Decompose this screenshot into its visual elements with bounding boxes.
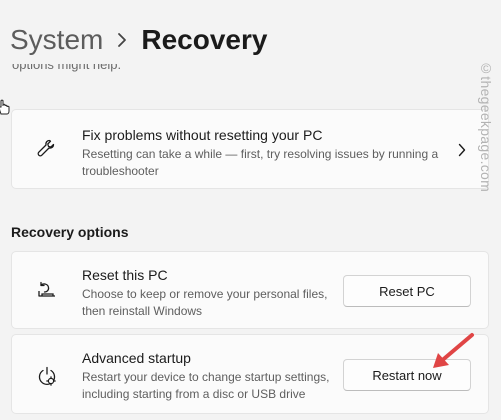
recovery-settings-page: System Recovery options might help. Fix …: [0, 0, 501, 420]
advanced-startup-title: Advanced startup: [82, 350, 191, 366]
fix-problems-description: Resetting can take a while — first, try …: [82, 147, 439, 178]
watermark: ©thegeekpage.com: [478, 60, 494, 193]
wrench-icon: [36, 138, 56, 163]
reset-pc-description: Choose to keep or remove your personal f…: [82, 287, 328, 318]
breadcrumb-system[interactable]: System: [10, 22, 103, 58]
advanced-startup-icon: [36, 366, 58, 393]
cut-off-text: options might help.: [12, 64, 122, 72]
chevron-right-icon: [458, 143, 466, 162]
fix-problems-title: Fix problems without resetting your PC: [82, 127, 323, 143]
page-title: Recovery: [141, 24, 268, 55]
reset-pc-button[interactable]: Reset PC: [343, 275, 471, 307]
reset-pc-title: Reset this PC: [82, 267, 168, 283]
reset-pc-icon: [36, 281, 58, 306]
reset-pc-card: Reset this PC Choose to keep or remove y…: [11, 251, 489, 329]
advanced-startup-card: Advanced startup Restart your device to …: [11, 334, 489, 414]
recovery-options-heading: Recovery options: [11, 224, 129, 240]
red-arrow-annotation-icon: [430, 332, 476, 375]
breadcrumb: System Recovery: [10, 22, 267, 58]
fix-problems-card[interactable]: Fix problems without resetting your PC R…: [11, 109, 489, 189]
breadcrumb-chevron-icon: [117, 32, 127, 48]
advanced-startup-description: Restart your device to change startup se…: [82, 370, 330, 401]
